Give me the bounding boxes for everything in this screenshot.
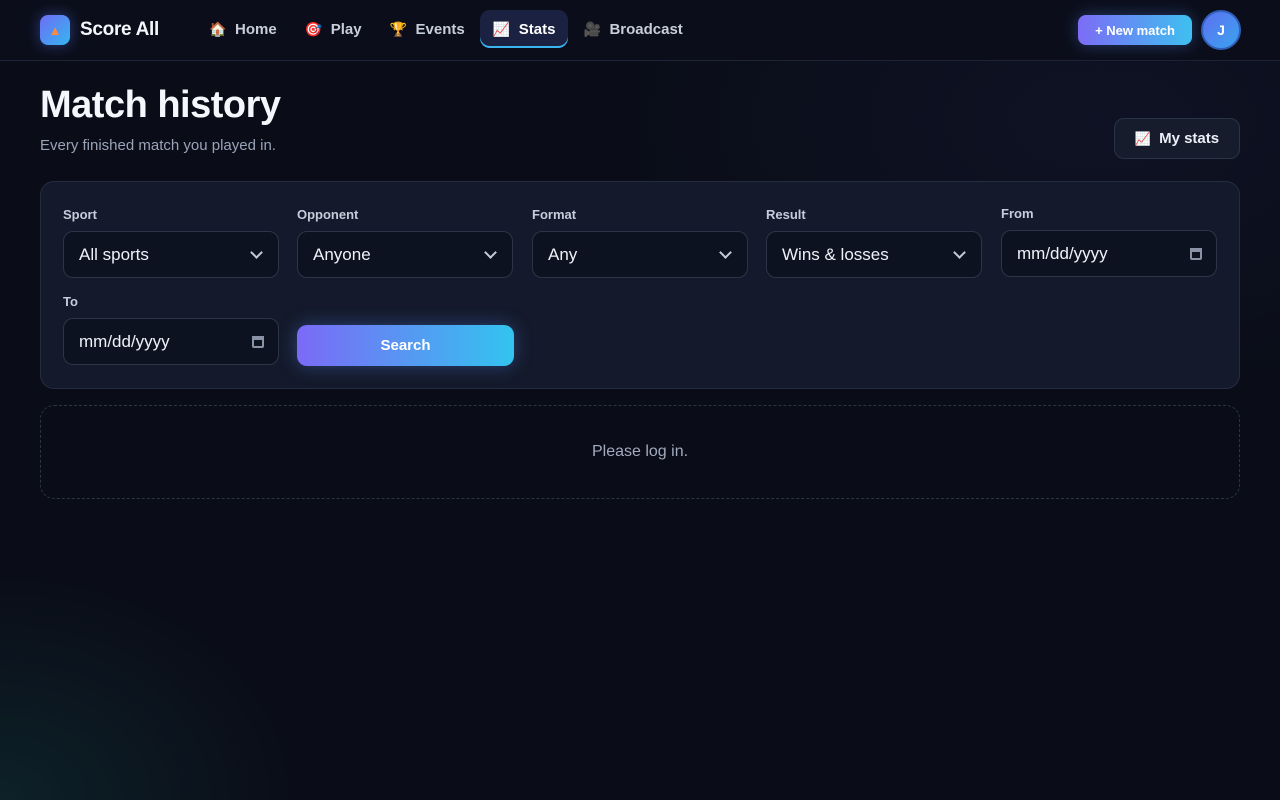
opponent-value: Anyone <box>313 244 371 264</box>
new-match-button[interactable]: + New match <box>1078 15 1192 45</box>
empty-state-message: Please log in. <box>591 443 689 460</box>
nav-item-home[interactable]: 🏠 Home <box>196 10 290 48</box>
filter-panel: Sport All sports Opponent Anyone Format … <box>40 181 1240 389</box>
nav-item-stats[interactable]: 📈 Stats <box>479 10 569 48</box>
opponent-select[interactable]: Anyone <box>297 231 513 278</box>
my-stats-button[interactable]: 📈 My stats <box>1114 118 1240 159</box>
nav-label: Events <box>415 20 465 38</box>
nav-label: Home <box>235 20 277 38</box>
home-icon: 🏠 <box>209 20 227 37</box>
sport-label: Sport <box>63 207 97 222</box>
chart-icon: 📈 <box>492 20 511 37</box>
from-filter: From mm/dd/yyyy <box>1001 206 1217 277</box>
chevron-down-icon <box>250 245 263 259</box>
page-subtitle: Every finished match you played in. <box>40 137 276 154</box>
chevron-down-icon <box>484 245 497 259</box>
nav-label: Play <box>330 20 362 38</box>
nav-item-play[interactable]: 🎯 Play <box>292 10 375 48</box>
sport-filter: Sport All sports <box>63 207 279 278</box>
nav-item-broadcast[interactable]: 🎥 Broadcast <box>570 10 695 48</box>
result-filter: Result Wins & losses <box>766 207 982 278</box>
result-label: Result <box>766 207 806 222</box>
sport-select[interactable]: All sports <box>63 231 279 278</box>
to-date-input[interactable]: mm/dd/yyyy <box>63 318 279 365</box>
result-value: Wins & losses <box>782 244 889 264</box>
nav-item-events[interactable]: 🏆 Events <box>377 10 478 48</box>
to-label: To <box>63 294 78 309</box>
to-filter: To mm/dd/yyyy <box>63 294 279 365</box>
main-nav: 🏠 Home 🎯 Play 🏆 Events 📈 Stats 🎥 Broadca… <box>196 10 698 50</box>
empty-state: Please log in. <box>40 405 1240 499</box>
sport-value: All sports <box>79 244 149 264</box>
nav-label: Broadcast <box>609 20 683 38</box>
top-nav-bar: ▲ Score All 🏠 Home 🎯 Play 🏆 Events 📈 Sta… <box>0 0 1280 61</box>
format-select[interactable]: Any <box>532 231 748 278</box>
chevron-down-icon <box>953 245 966 259</box>
flame-icon: ▲ <box>40 15 70 45</box>
calendar-icon[interactable] <box>1190 247 1202 260</box>
format-label: Format <box>532 207 577 222</box>
format-filter: Format Any <box>532 207 748 278</box>
page-title: Match history <box>40 84 281 126</box>
camera-icon: 🎥 <box>583 20 601 37</box>
to-date-placeholder: mm/dd/yyyy <box>79 331 170 351</box>
result-select[interactable]: Wins & losses <box>766 231 982 278</box>
calendar-icon[interactable] <box>252 335 264 348</box>
search-button[interactable]: Search <box>297 325 514 366</box>
from-date-input[interactable]: mm/dd/yyyy <box>1001 230 1217 277</box>
nav-label: Stats <box>518 20 556 38</box>
from-date-placeholder: mm/dd/yyyy <box>1017 243 1108 263</box>
my-stats-label: My stats <box>1159 130 1220 147</box>
opponent-filter: Opponent Anyone <box>297 207 513 278</box>
chart-icon: 📈 <box>1134 130 1152 146</box>
brand-name: Score All <box>80 19 159 40</box>
brand[interactable]: ▲ Score All <box>40 14 159 46</box>
trophy-icon: 🏆 <box>389 20 407 37</box>
chevron-down-icon <box>719 245 732 259</box>
avatar[interactable]: J <box>1201 10 1241 50</box>
from-label: From <box>1001 206 1034 221</box>
target-icon: 🎯 <box>304 20 323 37</box>
format-value: Any <box>548 244 578 264</box>
opponent-label: Opponent <box>297 207 359 222</box>
